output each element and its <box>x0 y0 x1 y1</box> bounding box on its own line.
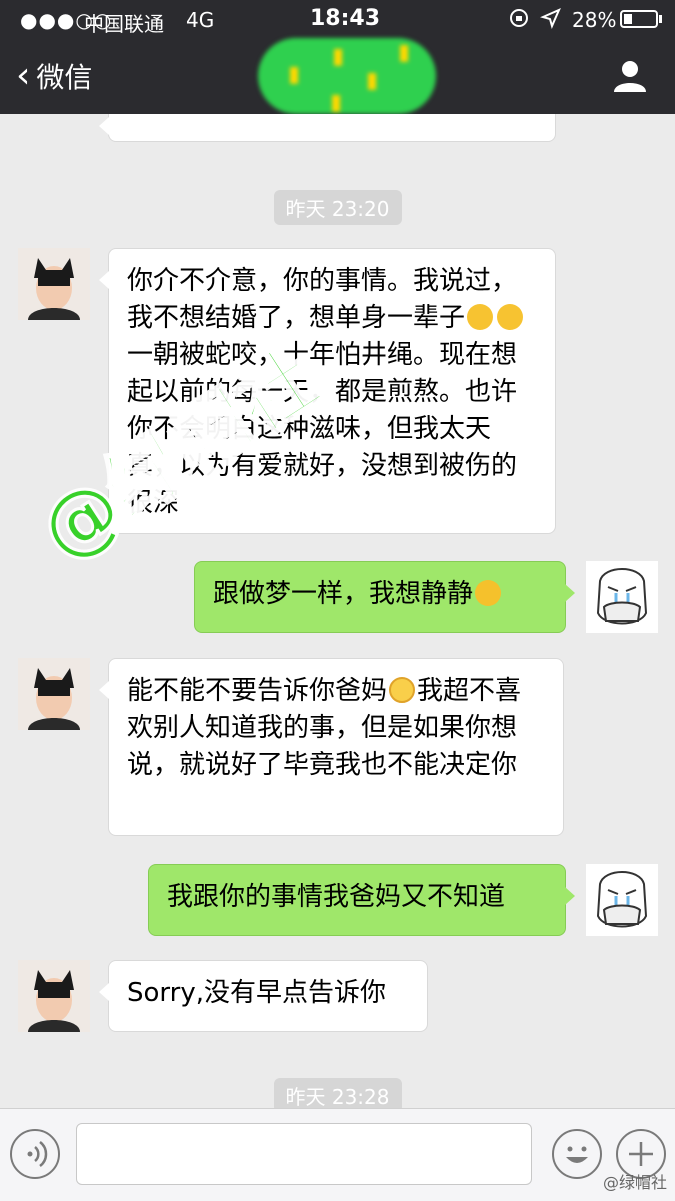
back-button[interactable]: ‹ 微信 <box>16 56 92 96</box>
message-text: Sorry,没有早点告诉你 <box>127 978 386 1008</box>
message-bubble[interactable]: 跟做梦一样，我想静静 <box>194 561 575 633</box>
timestamp: 昨天 23:20 <box>273 190 402 225</box>
location-icon <box>540 7 562 34</box>
message-text: 跟做梦一样，我想静静 <box>213 579 474 609</box>
crying-emoji-icon <box>467 304 494 330</box>
user-icon[interactable] <box>612 58 648 94</box>
sad-emoji-icon <box>475 580 502 606</box>
network-type: 4G <box>186 8 215 32</box>
battery-icon <box>620 10 658 28</box>
back-chevron-icon: ‹ <box>16 55 31 96</box>
input-bar: @绿帽社 <box>0 1108 675 1201</box>
message-bubble[interactable]: 能不能不要告诉你爸妈 我超不喜欢别人知道我的事，但是如果你想说，就说好了毕竟我也不… <box>99 658 564 836</box>
message-bubble[interactable]: Sorry,没有早点告诉你 <box>99 960 428 1032</box>
battery-percent: 28% <box>572 8 617 32</box>
chat-area[interactable]: 昨天 23:20 你介不介意，你的事情。我说过，我不想结婚了，想单身一辈子一朝被… <box>0 114 675 1108</box>
message-input[interactable] <box>76 1123 532 1185</box>
message-text: 你介不介意，你的事情。我说过，我不想结婚了，想单身一辈子 <box>127 266 518 333</box>
rotation-lock-icon <box>508 7 530 34</box>
status-bar: ●●●○○ 中国联通 4G 18:43 28% <box>0 0 675 38</box>
clock: 18:43 <box>310 6 381 31</box>
my-avatar[interactable] <box>586 561 658 633</box>
crying-emoji-icon <box>497 304 524 330</box>
voice-button[interactable] <box>10 1129 60 1179</box>
timestamp: 昨天 23:28 <box>273 1078 402 1108</box>
my-avatar[interactable] <box>586 864 658 936</box>
message-text: 我跟你的事情我爸妈又不知道 <box>167 882 506 912</box>
back-label: 微信 <box>36 61 93 94</box>
voice-icon <box>27 1141 48 1167</box>
top-bar: ●●●○○ 中国联通 4G 18:43 28% ‹ 微信 ▮ ▮ ▮ ▮ ▮ <box>0 0 675 115</box>
message-bubble[interactable]: 我跟你的事情我爸妈又不知道 <box>148 864 575 936</box>
redacted-chat-title: ▮ ▮ ▮ ▮ ▮ <box>258 38 436 115</box>
weibo-credit: @绿帽社 <box>602 1173 667 1192</box>
contact-avatar[interactable] <box>18 248 90 320</box>
carrier-name: 中国联通 <box>84 12 164 36</box>
flushed-emoji-icon <box>389 677 416 703</box>
contact-avatar[interactable] <box>18 960 90 1032</box>
emoji-button[interactable] <box>552 1129 602 1179</box>
cut-off-message-bubble <box>99 114 556 142</box>
contact-avatar[interactable] <box>18 658 90 730</box>
message-text: 能不能不要告诉你爸妈 <box>127 676 388 706</box>
emoji-icon <box>566 1146 588 1163</box>
